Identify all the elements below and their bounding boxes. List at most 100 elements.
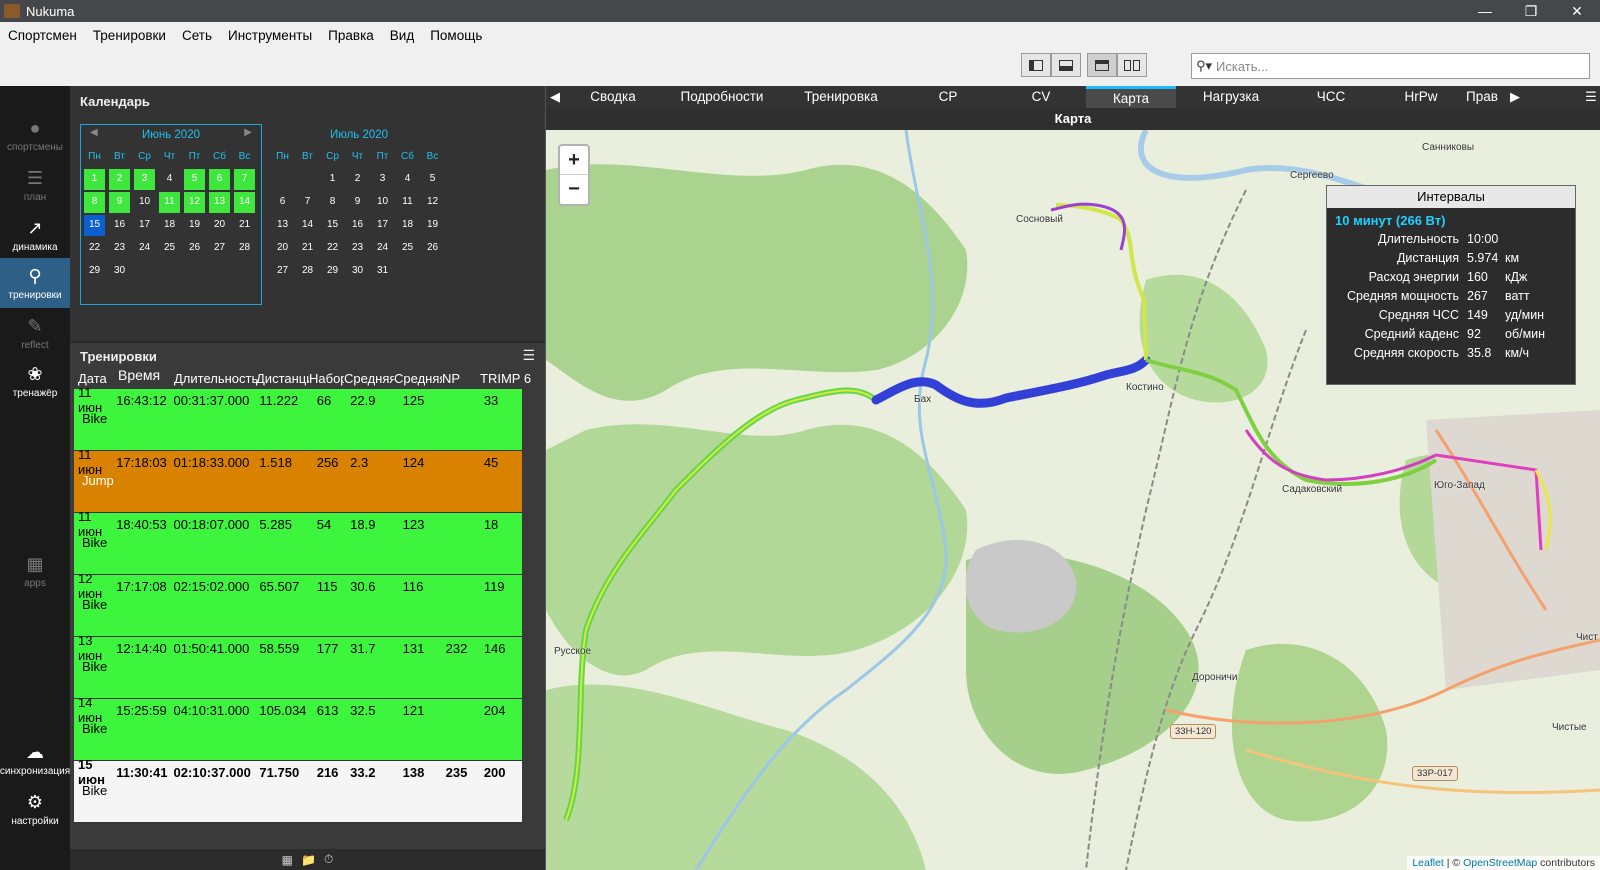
tile-view-button[interactable]: [1117, 53, 1147, 77]
col-header-avg-hr[interactable]: Средняя: [394, 371, 442, 386]
workout-row[interactable]: 11 июн 16:43:12 00:31:37.000 11.222 66 22.9 12…: [74, 385, 522, 451]
menu-network[interactable]: Сеть: [174, 28, 220, 43]
calendar-day[interactable]: 28: [297, 261, 318, 282]
col-header-np[interactable]: NP: [442, 371, 480, 386]
hamburger-menu-icon[interactable]: ☰: [522, 347, 535, 364]
close-button[interactable]: ✕: [1554, 0, 1600, 22]
leaflet-link[interactable]: Leaflet: [1412, 857, 1444, 869]
calendar-day[interactable]: 12: [184, 192, 205, 213]
sidebar-item-plan[interactable]: ☰ план: [0, 160, 70, 210]
tab-summary[interactable]: Сводка: [564, 86, 662, 108]
calendar-day[interactable]: 13: [209, 192, 230, 213]
calendar-day[interactable]: 29: [84, 261, 105, 282]
calendar-day[interactable]: 8: [84, 192, 105, 213]
workout-row[interactable]: 11 июн 17:18:03 01:18:33.000 1.518 256 2.3 124…: [74, 447, 522, 513]
calendar-day[interactable]: 17: [134, 215, 155, 236]
workout-row[interactable]: 14 июн 15:25:59 04:10:31.000 105.034 613 32.5…: [74, 695, 522, 761]
zoom-in-button[interactable]: +: [560, 146, 588, 175]
calendar-day[interactable]: 27: [272, 261, 293, 282]
sidebar-item-settings[interactable]: ⚙ настройки: [0, 784, 70, 834]
col-header-trimp[interactable]: TRIMP 6: [480, 371, 540, 386]
zoom-out-button[interactable]: −: [560, 175, 588, 204]
calendar-day[interactable]: 9: [109, 192, 130, 213]
minimize-button[interactable]: —: [1462, 0, 1508, 22]
calendar-day[interactable]: 23: [109, 238, 130, 259]
search-input[interactable]: [1216, 58, 1576, 74]
calendar-day[interactable]: 2: [109, 169, 130, 190]
sidebar-item-activities[interactable]: ⚲ тренировки: [0, 258, 70, 308]
calendar-day[interactable]: 14: [234, 192, 255, 213]
sidebar-item-trends[interactable]: ↗ динамика: [0, 210, 70, 260]
calendar-day[interactable]: 6: [209, 169, 230, 190]
calendar-day[interactable]: 20: [272, 238, 293, 259]
calendar-day[interactable]: 25: [397, 238, 418, 259]
calendar-day[interactable]: 7: [297, 192, 318, 213]
col-header-date[interactable]: Дата: [74, 371, 118, 386]
osm-link[interactable]: OpenStreetMap: [1463, 857, 1537, 869]
calendar-day[interactable]: 11: [159, 192, 180, 213]
calendar-day[interactable]: 27: [209, 238, 230, 259]
sidebar-item-trainer[interactable]: ❀ тренажёр: [0, 356, 70, 406]
col-header-avg-speed[interactable]: Средняя: [344, 371, 394, 386]
calendar-day[interactable]: 26: [184, 238, 205, 259]
tab-view-button[interactable]: [1087, 53, 1117, 77]
calendar-day[interactable]: 5: [184, 169, 205, 190]
col-header-distance[interactable]: Дистанция: [256, 371, 309, 386]
menu-tools[interactable]: Инструменты: [220, 28, 320, 43]
timer-icon[interactable]: ⏱: [324, 852, 333, 867]
workout-row[interactable]: 13 июн 12:14:40 01:50:41.000 58.559 177 31.7 1…: [74, 633, 522, 699]
calendar-day[interactable]: 10: [372, 192, 393, 213]
calendar-day[interactable]: 21: [297, 238, 318, 259]
calendar-day[interactable]: 13: [272, 215, 293, 236]
intervals-overlay[interactable]: Интервалы 10 минут (266 Вт) Длительность…: [1326, 185, 1576, 385]
calendar-day[interactable]: 6: [272, 192, 293, 213]
calendar-day[interactable]: 24: [134, 238, 155, 259]
calendar-day[interactable]: 5: [422, 169, 443, 190]
sidebar-item-apps[interactable]: ▦ apps: [0, 546, 70, 596]
calendar-day[interactable]: 19: [422, 215, 443, 236]
calendar-day[interactable]: 2: [347, 169, 368, 190]
calendar-day[interactable]: 22: [322, 238, 343, 259]
calendar-day[interactable]: 14: [297, 215, 318, 236]
menu-view[interactable]: Вид: [382, 28, 422, 43]
calendar-day[interactable]: 21: [234, 215, 255, 236]
tab-scroll-right-icon[interactable]: ▶: [1506, 89, 1524, 105]
next-month-icon[interactable]: ▶: [244, 127, 252, 138]
menu-activities[interactable]: Тренировки: [85, 28, 174, 43]
calendar-day[interactable]: 3: [372, 169, 393, 190]
calendar-day[interactable]: 3: [134, 169, 155, 190]
tab-hr[interactable]: ЧСС: [1286, 86, 1376, 108]
calendar-day[interactable]: 29: [322, 261, 343, 282]
calendar-day[interactable]: 28: [234, 238, 255, 259]
calendar-day[interactable]: 25: [159, 238, 180, 259]
workout-row[interactable]: 11 июн 18:40:53 00:18:07.000 5.285 54 18.9 123…: [74, 509, 522, 575]
tab-load[interactable]: Нагрузка: [1176, 86, 1286, 108]
menu-help[interactable]: Помощь: [422, 28, 490, 43]
toggle-sidebar-button[interactable]: [1021, 53, 1051, 77]
col-header-duration[interactable]: Длительность: [174, 371, 258, 386]
search-box[interactable]: ⚲▾: [1191, 53, 1590, 79]
col-header-time[interactable]: Время: [118, 367, 174, 383]
tab-details[interactable]: Подробности: [662, 86, 782, 108]
calendar-day[interactable]: 10: [134, 192, 155, 213]
calendar-day[interactable]: 8: [322, 192, 343, 213]
tab-cp[interactable]: CP: [900, 86, 996, 108]
sidebar-item-athletes[interactable]: ● спортсмены: [0, 110, 70, 160]
workout-row[interactable]: 12 июн 17:17:08 02:15:02.000 65.507 115 30.6 1…: [74, 571, 522, 637]
tab-cv[interactable]: CV: [996, 86, 1086, 108]
calendar-day[interactable]: 23: [347, 238, 368, 259]
sidebar-item-reflect[interactable]: ✎ reflect: [0, 308, 70, 358]
tab-map[interactable]: Карта: [1086, 86, 1176, 108]
menu-edit[interactable]: Правка: [320, 28, 382, 43]
calendar-day[interactable]: 11: [397, 192, 418, 213]
menu-athlete[interactable]: Спортсмен: [0, 28, 85, 43]
calendar-day[interactable]: 1: [84, 169, 105, 190]
calendar-day[interactable]: 18: [159, 215, 180, 236]
tab-scroll-left-icon[interactable]: ◀: [546, 89, 564, 105]
calendar-day[interactable]: 18: [397, 215, 418, 236]
tabs-menu-icon[interactable]: ☰: [1582, 89, 1600, 105]
calendar-day[interactable]: 19: [184, 215, 205, 236]
calendar-day[interactable]: 15: [84, 215, 105, 236]
calendar-day[interactable]: 20: [209, 215, 230, 236]
calendar-day[interactable]: 9: [347, 192, 368, 213]
